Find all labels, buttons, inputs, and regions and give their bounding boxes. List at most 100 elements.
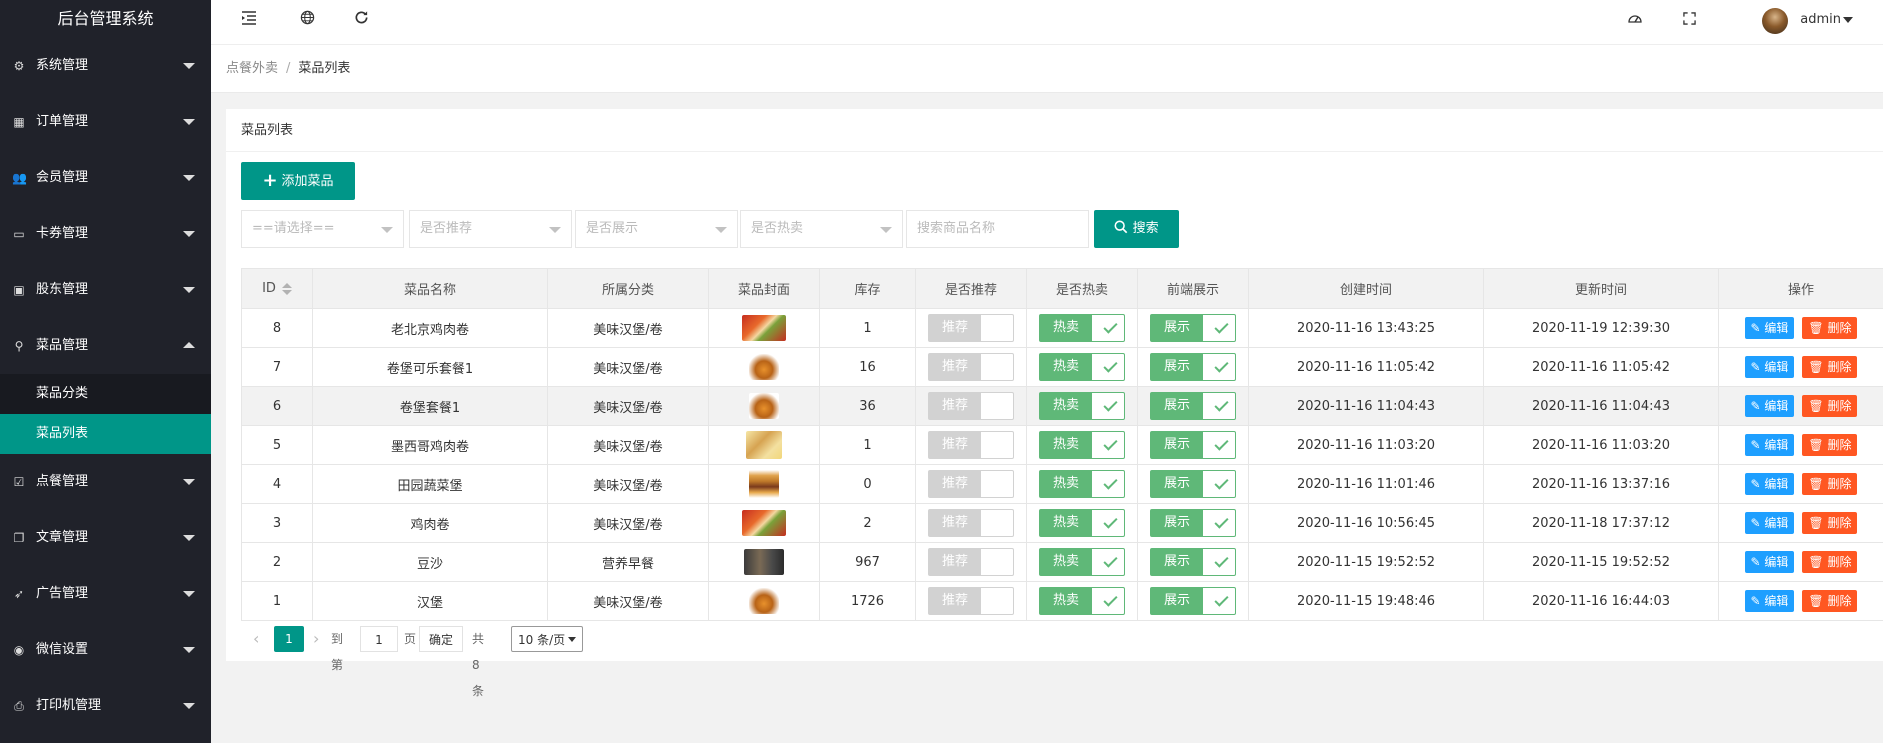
sidebar-item-1[interactable]: ▦ 订单管理	[0, 94, 211, 150]
sort-icon[interactable]	[281, 282, 292, 295]
hot-switch[interactable]: 热卖	[1039, 314, 1125, 342]
delete-button[interactable]: 🗑 删除	[1802, 317, 1858, 339]
cell-created: 2020-11-16 10:56:45	[1248, 503, 1484, 543]
delete-button[interactable]: 🗑 删除	[1802, 551, 1858, 573]
theme-icon[interactable]	[1625, 10, 1645, 30]
refresh-icon[interactable]	[351, 10, 371, 30]
recommend-switch[interactable]: 推荐	[928, 314, 1014, 342]
sidebar-item-8[interactable]: ➶ 广告管理	[0, 566, 211, 622]
edit-button[interactable]: ✎ 编辑	[1744, 512, 1795, 534]
edit-button[interactable]: ✎ 编辑	[1744, 356, 1795, 378]
delete-button[interactable]: 🗑 删除	[1802, 356, 1858, 378]
sidebar-item-7[interactable]: ❐ 文章管理	[0, 510, 211, 566]
display-switch[interactable]: 展示	[1150, 548, 1236, 576]
dish-cover-image[interactable]	[742, 510, 786, 536]
table-row[interactable]: 6 卷堡套餐1 美味汉堡/卷 36 推荐 热卖 展示 2020-11-16 11:04:43 2…	[241, 386, 1883, 426]
table-row[interactable]: 7 卷堡可乐套餐1 美味汉堡/卷 16 推荐 热卖 展示 2020-11-16 11:05:4…	[241, 347, 1883, 387]
display-switch[interactable]: 展示	[1150, 353, 1236, 381]
display-switch[interactable]: 展示	[1150, 431, 1236, 459]
table-row[interactable]: 2 豆沙 营养早餐 967 推荐 热卖 展示 2020-11-15 19:52:52 2020-…	[241, 542, 1883, 582]
display-switch[interactable]: 展示	[1150, 470, 1236, 498]
recommend-switch[interactable]: 推荐	[928, 509, 1014, 537]
col-hot: 是否热卖	[1026, 268, 1138, 309]
hot-select-value: 是否热卖	[751, 221, 804, 236]
delete-button[interactable]: 🗑 删除	[1802, 473, 1858, 495]
display-switch[interactable]: 展示	[1150, 509, 1236, 537]
display-switch[interactable]: 展示	[1150, 314, 1236, 342]
edit-button[interactable]: ✎ 编辑	[1744, 434, 1795, 456]
trash-icon: 🗑	[1808, 360, 1828, 374]
recommend-select[interactable]: 是否推荐	[409, 210, 572, 248]
dish-cover-image[interactable]	[744, 549, 784, 575]
sidebar-item-6[interactable]: ☑ 点餐管理	[0, 454, 211, 510]
table-row[interactable]: 5 墨西哥鸡肉卷 美味汉堡/卷 1 推荐 热卖 展示 2020-11-16 11:03:20 2…	[241, 425, 1883, 465]
delete-button[interactable]: 🗑 删除	[1802, 395, 1858, 417]
hot-switch[interactable]: 热卖	[1039, 587, 1125, 615]
sidebar-item-0[interactable]: ⚙ 系统管理	[0, 38, 211, 94]
edit-button[interactable]: ✎ 编辑	[1744, 473, 1795, 495]
globe-icon[interactable]	[297, 10, 317, 30]
recommend-switch[interactable]: 推荐	[928, 431, 1014, 459]
recommend-switch[interactable]: 推荐	[928, 470, 1014, 498]
sidebar-item-5[interactable]: ⚲ 菜品管理	[0, 318, 211, 374]
chevron-left-icon[interactable]: ‹	[253, 626, 259, 652]
sidebar-item-10[interactable]: ⎙ 打印机管理	[0, 678, 211, 734]
recommend-switch[interactable]: 推荐	[928, 353, 1014, 381]
hot-switch[interactable]: 热卖	[1039, 353, 1125, 381]
avatar[interactable]	[1762, 8, 1788, 34]
display-select[interactable]: 是否展示	[575, 210, 738, 248]
hot-switch[interactable]: 热卖	[1039, 470, 1125, 498]
delete-button[interactable]: 🗑 删除	[1802, 434, 1858, 456]
table-row[interactable]: 3 鸡肉卷 美味汉堡/卷 2 推荐 热卖 展示 2020-11-16 10:56:45 2020…	[241, 503, 1883, 543]
search-input[interactable]: 搜索商品名称	[906, 210, 1089, 248]
chevron-down-icon[interactable]	[1843, 17, 1853, 23]
table-row[interactable]: 4 田园蔬菜堡 美味汉堡/卷 0 推荐 热卖 展示 2020-11-16 11:01:46 20…	[241, 464, 1883, 504]
sidebar-item-2[interactable]: 👥 会员管理	[0, 150, 211, 206]
table-row[interactable]: 1 汉堡 美味汉堡/卷 1726 推荐 热卖 展示 2020-11-15 19:48:46 20…	[241, 581, 1883, 621]
hot-switch[interactable]: 热卖	[1039, 548, 1125, 576]
goto-confirm-button[interactable]: 确定	[419, 626, 463, 652]
hot-switch[interactable]: 热卖	[1039, 392, 1125, 420]
dish-cover-image[interactable]	[749, 354, 779, 380]
hot-switch[interactable]: 热卖	[1039, 431, 1125, 459]
edit-icon: ✎	[1750, 477, 1765, 491]
edit-button[interactable]: ✎ 编辑	[1744, 551, 1795, 573]
hot-select[interactable]: 是否热卖	[740, 210, 903, 248]
sidebar-item-3[interactable]: ▭ 卡券管理	[0, 206, 211, 262]
sidebar-item-4[interactable]: ▣ 股东管理	[0, 262, 211, 318]
category-select[interactable]: ==请选择==	[241, 210, 404, 248]
sidebar-item-9[interactable]: ◉ 微信设置	[0, 622, 211, 678]
dish-cover-image[interactable]	[749, 588, 779, 614]
edit-button[interactable]: ✎ 编辑	[1744, 317, 1795, 339]
edit-button[interactable]: ✎ 编辑	[1744, 590, 1795, 612]
display-switch-label: 展示	[1151, 588, 1203, 614]
chevron-right-icon[interactable]: ›	[313, 626, 319, 652]
dish-cover-image[interactable]	[749, 470, 779, 498]
dish-cover-image[interactable]	[746, 431, 782, 459]
sidebar-subitem-0[interactable]: 菜品分类	[0, 374, 211, 414]
delete-button[interactable]: 🗑 删除	[1802, 512, 1858, 534]
recommend-switch[interactable]: 推荐	[928, 587, 1014, 615]
sidebar-subitem-1[interactable]: 菜品列表	[0, 414, 211, 454]
dish-cover-image[interactable]	[742, 315, 786, 341]
cell-name: 豆沙	[312, 542, 548, 582]
display-switch[interactable]: 展示	[1150, 392, 1236, 420]
delete-button[interactable]: 🗑 删除	[1802, 590, 1858, 612]
add-dish-button[interactable]: + 添加菜品	[241, 162, 355, 200]
recommend-switch[interactable]: 推荐	[928, 392, 1014, 420]
menu-fold-icon[interactable]	[239, 10, 259, 30]
page-size-select[interactable]: 10 条/页	[511, 626, 583, 652]
fullscreen-icon[interactable]	[1679, 10, 1699, 30]
admin-username[interactable]: admin	[1800, 12, 1841, 27]
edit-button[interactable]: ✎ 编辑	[1744, 395, 1795, 417]
breadcrumb-parent[interactable]: 点餐外卖	[226, 61, 278, 76]
page-current[interactable]: 1	[274, 626, 304, 652]
recommend-switch[interactable]: 推荐	[928, 548, 1014, 576]
col-id[interactable]: ID	[241, 268, 313, 309]
table-row[interactable]: 8 老北京鸡肉卷 美味汉堡/卷 1 推荐 热卖 展示 2020-11-16 13:43:25 2…	[241, 308, 1883, 348]
hot-switch[interactable]: 热卖	[1039, 509, 1125, 537]
search-button[interactable]: 搜索	[1094, 210, 1179, 248]
dish-cover-image[interactable]	[749, 393, 779, 419]
display-switch[interactable]: 展示	[1150, 587, 1236, 615]
goto-page-input[interactable]: 1	[360, 626, 398, 652]
